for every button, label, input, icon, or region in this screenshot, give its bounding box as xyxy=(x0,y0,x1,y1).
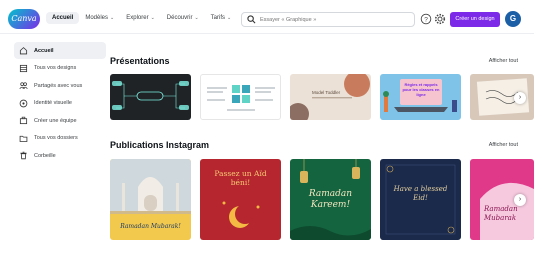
carousel-next-button[interactable]: › xyxy=(514,92,526,104)
green-card-text: Ramadan Kareem! xyxy=(308,189,353,210)
chevron-down-icon: ⌄ xyxy=(150,15,155,21)
sidebar-item-label: Accueil xyxy=(34,47,54,54)
sidebar-item-label: Partagés avec vous xyxy=(34,82,83,89)
beige-shapes-art xyxy=(290,74,370,120)
sidebar-item-label: Tous vos designs xyxy=(34,65,77,71)
navy-card-text: Have a blessed Eid! xyxy=(393,185,448,202)
main-content: Présentations Afficher tout Model Toddle… xyxy=(110,34,534,254)
crescent-moon-icon xyxy=(222,201,260,228)
sidebar-item-label: Créer une équipe xyxy=(34,117,77,124)
template-card-red-aid[interactable]: Passez un Aïd béni! xyxy=(200,159,281,240)
avatar[interactable]: G xyxy=(505,11,521,27)
beige-card-text: Model Toddler xyxy=(312,90,341,95)
grid-icon xyxy=(19,64,28,72)
top-bar: Canva Accueil Modèles ⌄ Explorer ⌄ Découvr… xyxy=(0,0,534,34)
svg-text:?: ? xyxy=(424,16,428,23)
template-card-dark-flowchart[interactable] xyxy=(110,74,191,120)
carousel-next-button[interactable]: › xyxy=(514,194,526,206)
home-icon xyxy=(19,47,28,55)
nav-explore[interactable]: Explorer ⌄ xyxy=(120,12,161,24)
nav-discover[interactable]: Découvrir ⌄ xyxy=(161,12,205,24)
gear-icon[interactable] xyxy=(434,13,446,25)
laptop-card-text: Règles et rappels pour les classes en li… xyxy=(402,82,440,97)
sidebar: Accueil Tous vos designs Partagés avec v… xyxy=(14,42,106,165)
sidebar-item-brand[interactable]: Identité visuelle xyxy=(14,95,106,112)
sidebar-item-home[interactable]: Accueil xyxy=(14,42,106,59)
nav-pricing-label: Tarifs xyxy=(210,15,226,21)
brand-icon xyxy=(19,99,28,107)
template-card-taj-mahal[interactable]: Ramadan Mubarak! xyxy=(110,159,191,240)
main-nav: Accueil Modèles ⌄ Explorer ⌄ Découvrir ⌄ Ta… xyxy=(46,12,237,24)
nav-home-label: Accueil xyxy=(52,15,74,21)
sidebar-item-label: Identité visuelle xyxy=(34,100,72,106)
section-title-instagram: Publications Instagram xyxy=(110,140,210,150)
template-card-beige-shapes[interactable]: Model Toddler xyxy=(290,74,371,120)
pink-card-text: Ramadan Mubarak xyxy=(484,205,518,222)
nav-explore-label: Explorer xyxy=(126,15,149,21)
help-icon[interactable]: ? xyxy=(420,13,432,25)
template-card-navy-eid[interactable]: Have a blessed Eid! xyxy=(380,159,461,240)
sidebar-item-all-designs[interactable]: Tous vos designs xyxy=(14,60,106,77)
nav-templates[interactable]: Modèles ⌄ xyxy=(79,12,120,24)
search-icon xyxy=(247,15,256,24)
sidebar-item-folders[interactable]: Tous vos dossiers xyxy=(14,130,106,147)
taj-card-text: Ramadan Mubarak! xyxy=(120,223,181,230)
sidebar-item-label: Tous vos dossiers xyxy=(34,135,78,141)
template-card-lightblue-laptop[interactable]: Règles et rappels pour les classes en li… xyxy=(380,74,461,120)
search-input[interactable] xyxy=(260,15,410,25)
users-icon xyxy=(19,82,28,89)
template-card-green-ramadan[interactable]: Ramadan Kareem! xyxy=(290,159,371,240)
chevron-down-icon: ⌄ xyxy=(110,15,115,21)
folder-icon xyxy=(19,135,28,142)
nav-home[interactable]: Accueil xyxy=(46,12,80,24)
search-bar[interactable] xyxy=(241,12,415,27)
template-card-teal-diagram[interactable] xyxy=(200,74,281,120)
sidebar-item-create-team[interactable]: Créer une équipe xyxy=(14,112,106,129)
canva-logo[interactable]: Canva xyxy=(8,9,40,29)
nav-discover-label: Découvrir xyxy=(166,15,193,21)
section-title-presentations: Présentations xyxy=(110,56,170,66)
sidebar-item-shared[interactable]: Partagés avec vous xyxy=(14,77,106,94)
see-all-presentations-link[interactable]: Afficher tout xyxy=(489,58,518,64)
chevron-down-icon: ⌄ xyxy=(194,15,199,21)
create-design-button[interactable]: Créer un design xyxy=(450,12,500,27)
sidebar-item-label: Corbeille xyxy=(34,152,56,159)
team-icon xyxy=(19,116,28,125)
nav-templates-label: Modèles xyxy=(85,15,109,21)
sidebar-item-trash[interactable]: Corbeille xyxy=(14,147,106,164)
trash-icon xyxy=(20,151,27,160)
see-all-instagram-link[interactable]: Afficher tout xyxy=(489,142,518,148)
chevron-down-icon: ⌄ xyxy=(227,15,232,21)
nav-pricing[interactable]: Tarifs ⌄ xyxy=(205,12,238,24)
